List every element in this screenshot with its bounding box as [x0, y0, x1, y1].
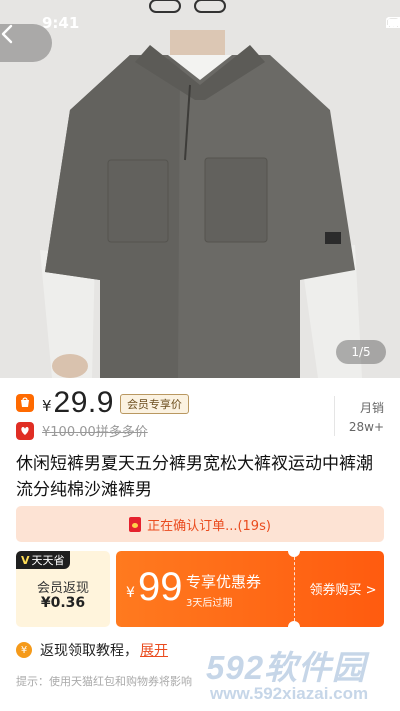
store-badge-icon: [16, 394, 34, 412]
coupon-amount: 99: [138, 565, 183, 609]
price-currency: ¥: [42, 397, 52, 415]
current-price: 29.9: [53, 386, 114, 419]
status-time: 9:41: [42, 14, 80, 32]
tiantiansheng-badge: V 天天省: [16, 551, 70, 569]
back-arrow-icon: [1, 24, 13, 44]
coupon-separator: [294, 557, 295, 621]
tutorial-text: 返现领取教程，: [40, 643, 138, 659]
product-title: 休闲短裤男夏天五分裤男宽松大裤衩运动中裤潮流分纯棉沙滩裤男: [16, 454, 373, 500]
member-cashback-card[interactable]: V 天天省 会员返现 ¥0.36: [16, 551, 110, 627]
order-confirm-text: 正在确认订单...(19s): [147, 518, 271, 534]
cashback-tutorial-row: ¥ 返现领取教程， 展开: [16, 640, 168, 660]
monthly-sales-value: 28w+: [348, 420, 384, 434]
monthly-sales-label: 月销: [359, 401, 384, 415]
red-packet-icon: [129, 516, 142, 532]
exclusive-coupon[interactable]: ¥ 99 专享优惠券 3天后过期 领券购买 >: [116, 551, 384, 627]
image-counter: 1/5: [336, 340, 386, 364]
price-divider: [334, 396, 335, 436]
coin-icon: ¥: [16, 642, 32, 658]
status-bar: 9:41: [0, 0, 400, 44]
original-price: ¥100.00拼多多价: [42, 425, 148, 440]
price-section: ¥ 29.9 会员专享价 ¥100.00拼多多价 月销 28w+: [0, 378, 400, 448]
order-confirm-bar[interactable]: 正在确认订单...(19s): [16, 506, 384, 542]
member-price-tag: 会员专享价: [119, 394, 189, 414]
coupon-currency: ¥: [126, 585, 135, 601]
tiantiansheng-label: 天天省: [31, 554, 65, 567]
tiantiansheng-v-icon: V: [21, 553, 30, 567]
product-image[interactable]: 9:41 1/5: [0, 0, 400, 378]
claim-coupon-buy-button[interactable]: 领券购买 >: [302, 579, 384, 598]
coupon-notch: [288, 621, 300, 627]
cashback-label: 会员返现: [36, 581, 89, 596]
cashback-value: ¥0.36: [40, 595, 86, 611]
original-price-row: ¥100.00拼多多价: [16, 421, 148, 440]
battery-icon: [386, 17, 400, 28]
coupon-expiry: 3天后过期: [186, 598, 233, 609]
price-row: ¥ 29.9 会员专享价: [16, 386, 189, 420]
back-button[interactable]: [0, 24, 52, 62]
coupon-title: 专享优惠券: [186, 573, 262, 591]
product-photo-illustration: [0, 0, 400, 378]
expand-link[interactable]: 展开: [140, 640, 168, 660]
watermark: 592软件园 www.592xiazai.com: [196, 637, 400, 711]
watermark-url: www.592xiazai.com: [210, 684, 369, 703]
watermark-brand: 592软件园: [206, 649, 367, 686]
usage-tip: 提示：使用天猫红包和购物券将影响: [16, 675, 192, 688]
pinduoduo-icon: [16, 421, 34, 440]
